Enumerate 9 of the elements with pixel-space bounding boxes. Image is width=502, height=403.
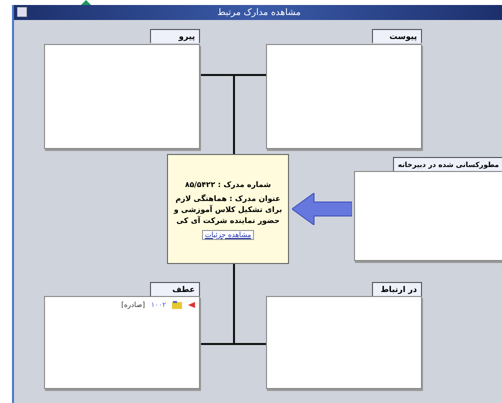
panel-tab[interactable]: در ارتباط [372, 282, 422, 296]
panel-tab[interactable]: پیرو [150, 29, 200, 43]
arrow-icon [188, 302, 195, 308]
panel-tab[interactable]: پیوست [372, 29, 422, 43]
window-icon [17, 7, 27, 17]
folder-icon [172, 301, 182, 309]
arrow-icon [292, 193, 352, 225]
panel-tab[interactable]: عطف [150, 282, 200, 296]
window-title: مشاهده مدارک مرتبط [217, 8, 301, 18]
